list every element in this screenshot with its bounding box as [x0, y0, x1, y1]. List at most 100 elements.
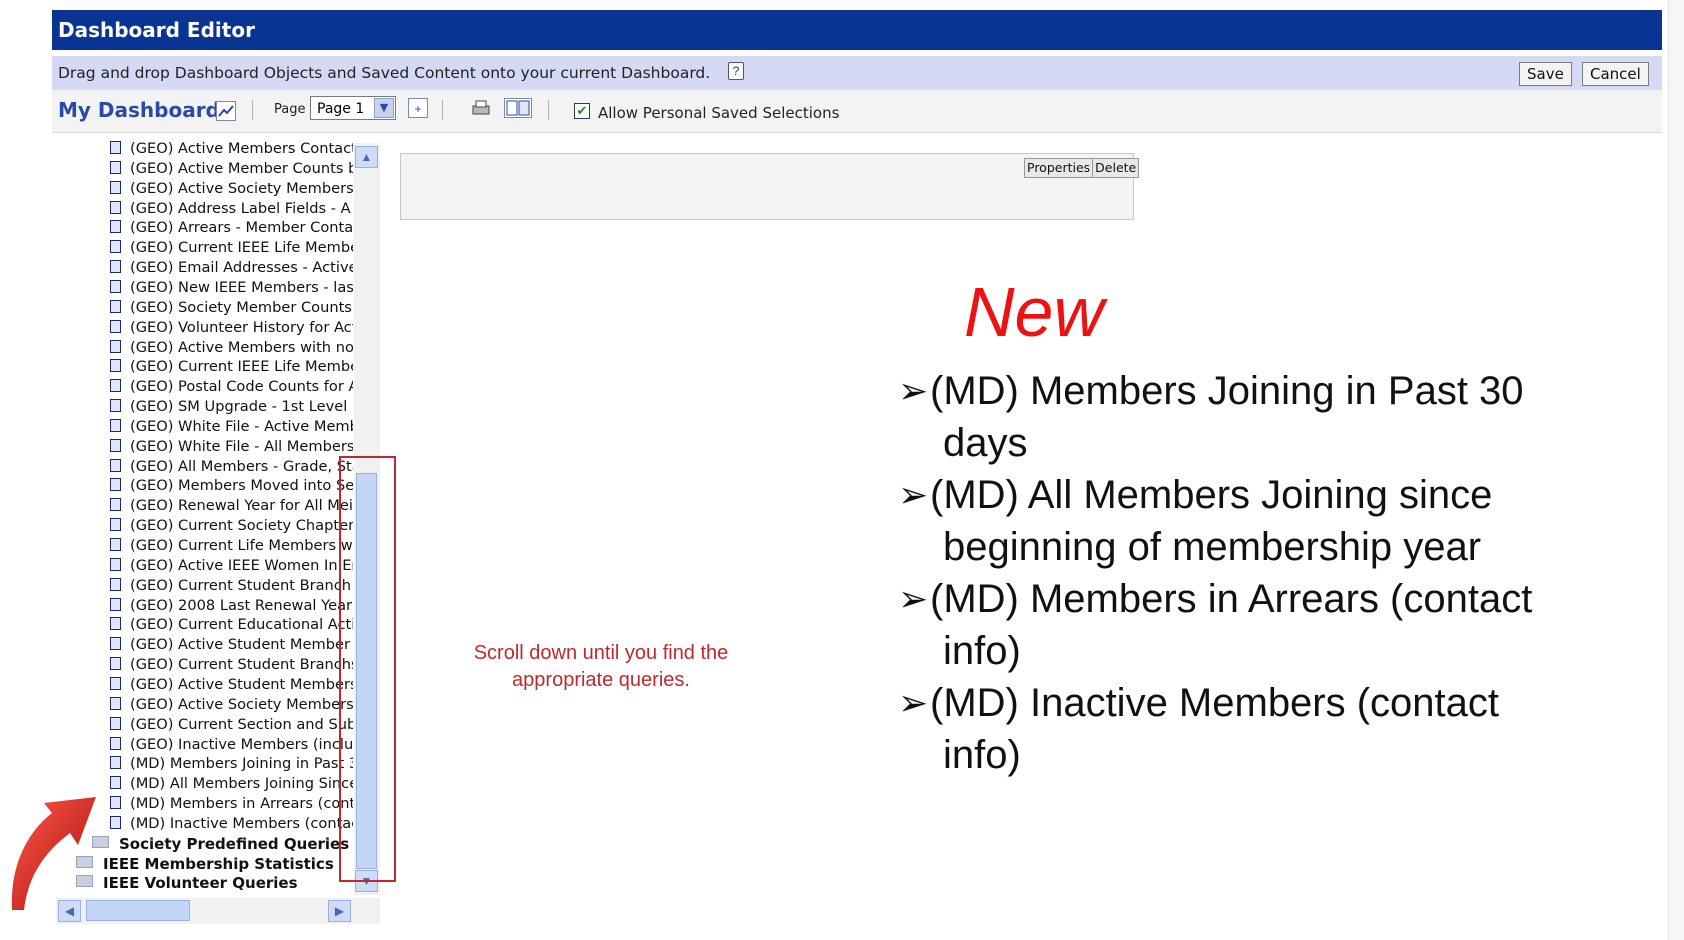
chevron-down-icon[interactable]: ▼	[374, 98, 394, 118]
tree-item-query[interactable]: (GEO) New IEEE Members - last	[110, 279, 353, 299]
tree-item-query[interactable]: (GEO) Active Society Membersh	[110, 180, 353, 200]
tree-folder[interactable]: IEEE Volunteer Queries	[76, 874, 298, 894]
tree-item-query[interactable]: (GEO) Postal Code Counts for A	[110, 378, 353, 398]
tree-horizontal-scrollbar[interactable]: ◀ ▶	[56, 898, 380, 924]
window-edge-scrollbar	[1668, 0, 1684, 940]
chart-icon[interactable]	[216, 101, 236, 121]
tree-item-query[interactable]: (GEO) Active Members with no	[110, 339, 353, 359]
editor-title: Dashboard Editor	[58, 18, 255, 42]
tree-item-query[interactable]: (GEO) Current Society Chapter	[110, 517, 353, 537]
tree-folder-label: IEEE Volunteer Queries	[103, 874, 298, 893]
scroll-instruction-note: Scroll down until you find the appropria…	[440, 640, 762, 694]
bullet-line: (MD) All Members Joining since	[930, 473, 1493, 517]
tree-folder[interactable]: IEEE Membership Statistics	[76, 855, 334, 875]
document-icon	[110, 359, 121, 373]
tree-item-query[interactable]: (GEO) Active Student Members,	[110, 676, 353, 696]
document-icon	[110, 200, 121, 214]
document-icon	[110, 597, 121, 611]
scroll-up-icon[interactable]: ▲	[355, 146, 378, 168]
document-icon	[110, 498, 121, 512]
layout-icon[interactable]	[504, 98, 532, 118]
tree-item-query[interactable]: (GEO) Current Educational Activ	[110, 616, 353, 636]
tree-item-query[interactable]: (GEO) Current Life Members wit	[110, 537, 353, 557]
document-icon	[110, 577, 121, 591]
print-icon[interactable]	[470, 98, 490, 118]
tree-item-query[interactable]: (GEO) Active Member Counts by	[110, 160, 353, 180]
tree-item-query[interactable]: (GEO) Current IEEE Life Member	[110, 239, 353, 259]
tree-item-query[interactable]: (GEO) All Members - Grade, Sta	[110, 458, 353, 478]
tree-folder[interactable]: Society Predefined Queries	[92, 835, 349, 855]
toolbar-divider	[548, 100, 549, 120]
bullet-arrow-icon: ➢	[898, 474, 929, 515]
tree-item-query[interactable]: (MD) All Members Joining Since	[110, 775, 353, 795]
document-icon	[110, 676, 121, 690]
page-select[interactable]: Page 1 ▼	[310, 96, 396, 120]
saved-content-tree: (GEO) Active Members Contact (GEO) Active…	[52, 140, 378, 892]
tree-item-query[interactable]: (GEO) Society Member Counts k	[110, 299, 353, 319]
tree-item-label: (GEO) Active Member Counts by	[130, 159, 353, 177]
tree-item-query[interactable]: (MD) Members Joining in Past 30	[110, 755, 353, 775]
document-icon	[110, 220, 121, 234]
document-icon	[110, 538, 121, 551]
tree-item-label: (GEO) Active Society Membersh	[130, 695, 353, 713]
dashboard-drop-panel[interactable]: Properties Delete	[400, 153, 1140, 220]
tree-item-query[interactable]: (GEO) Renewal Year for All Mei	[110, 497, 353, 517]
tree-item-query[interactable]: (GEO) 2008 Last Renewal Year	[110, 597, 353, 617]
delete-button[interactable]: Delete	[1093, 159, 1138, 177]
tree-item-query[interactable]: (GEO) Current Section and Subs	[110, 716, 353, 736]
document-icon	[110, 716, 121, 730]
tree-item-query[interactable]: (GEO) Active Members Contact	[110, 140, 353, 160]
dashboard-title[interactable]: My Dashboard	[58, 98, 220, 122]
scroll-note-line: appropriate queries.	[512, 669, 690, 691]
document-icon	[110, 379, 121, 393]
panel-actions: Properties Delete	[1024, 158, 1140, 178]
tree-item-query[interactable]: (GEO) Active IEEE Women In Eng	[110, 557, 353, 577]
bullet-line: (MD) Members in Arrears (contact	[930, 577, 1533, 621]
tree-item-query[interactable]: (GEO) Inactive Members (includi	[110, 736, 353, 756]
bullet-line: days	[943, 421, 1028, 465]
tree-item-label: (GEO) Current IEEE Life Member	[130, 358, 353, 376]
scroll-right-icon[interactable]: ▶	[328, 900, 351, 922]
document-icon	[110, 160, 121, 174]
tree-item-query[interactable]: (GEO) Members Moved into Sec	[110, 477, 353, 497]
tree-item-query[interactable]: (GEO) White File - Active Membe	[110, 418, 353, 438]
tree-item-query[interactable]: (GEO) Current IEEE Life Member	[110, 358, 353, 378]
tree-item-label: (GEO) Active Society Membersh	[130, 179, 353, 197]
tree-item-query[interactable]: (GEO) Active Student Member C	[110, 636, 353, 656]
tree-item-query[interactable]: (MD) Members in Arrears (conta	[110, 795, 353, 815]
tree-folder-label: IEEE Membership Statistics	[103, 854, 334, 873]
tree-item-label: (GEO) Renewal Year for All Mei	[130, 497, 353, 515]
help-icon[interactable]: ?	[728, 62, 744, 80]
save-button[interactable]: Save	[1519, 62, 1572, 86]
bullet-line: beginning of membership year	[943, 525, 1482, 569]
tree-item-label: (GEO) Members Moved into Sec	[130, 477, 353, 495]
tree-item-label: (GEO) All Members - Grade, Sta	[130, 457, 353, 475]
tree-item-label: (MD) Members Joining in Past 30	[130, 755, 353, 773]
add-page-icon[interactable]: +	[408, 98, 428, 118]
tree-item-query[interactable]: (GEO) SM Upgrade - 1st Level F	[110, 398, 353, 418]
document-icon	[110, 260, 121, 274]
new-queries-list: ➢ (MD) Members Joining in Past 30 days ➢…	[898, 365, 1618, 781]
tree-item-query[interactable]: (GEO) Current Student Branch C	[110, 577, 353, 597]
tree-item-label: (GEO) Active Members with no	[130, 338, 353, 356]
properties-button[interactable]: Properties	[1025, 159, 1094, 177]
document-icon	[110, 637, 121, 651]
cancel-button[interactable]: Cancel	[1582, 62, 1649, 86]
tree-item-label: (GEO) 2008 Last Renewal Year	[130, 596, 353, 614]
document-icon	[110, 458, 121, 472]
document-icon	[110, 141, 121, 154]
new-query-bullet: ➢ (MD) All Members Joining since beginni…	[898, 469, 1618, 573]
tree-item-query[interactable]: (GEO) Current Student Branchs	[110, 656, 353, 676]
tree-item-query[interactable]: (GEO) Email Addresses - Active	[110, 259, 353, 279]
tree-item-label: (MD) Inactive Members (contact	[130, 814, 353, 832]
tree-item-query[interactable]: (GEO) Active Society Membersh	[110, 696, 353, 716]
tree-item-query[interactable]: (GEO) Volunteer History for Act	[110, 319, 353, 339]
tree-item-query[interactable]: (MD) Inactive Members (contact	[110, 815, 353, 835]
dashboard-toolbar: My Dashboard Page Page 1 ▼ + ✔ Allow Per…	[52, 90, 1662, 133]
tree-item-query[interactable]: (GEO) Arrears - Member Contac	[110, 219, 353, 239]
allow-selections-checkbox[interactable]: ✔	[574, 103, 590, 119]
tree-item-label: (GEO) Active Student Members,	[130, 675, 353, 693]
tree-item-query[interactable]: (GEO) White File - All Members	[110, 438, 353, 458]
tree-item-query[interactable]: (GEO) Address Label Fields - A	[110, 200, 353, 220]
instruction-bar: Drag and drop Dashboard Objects and Save…	[52, 56, 1662, 90]
